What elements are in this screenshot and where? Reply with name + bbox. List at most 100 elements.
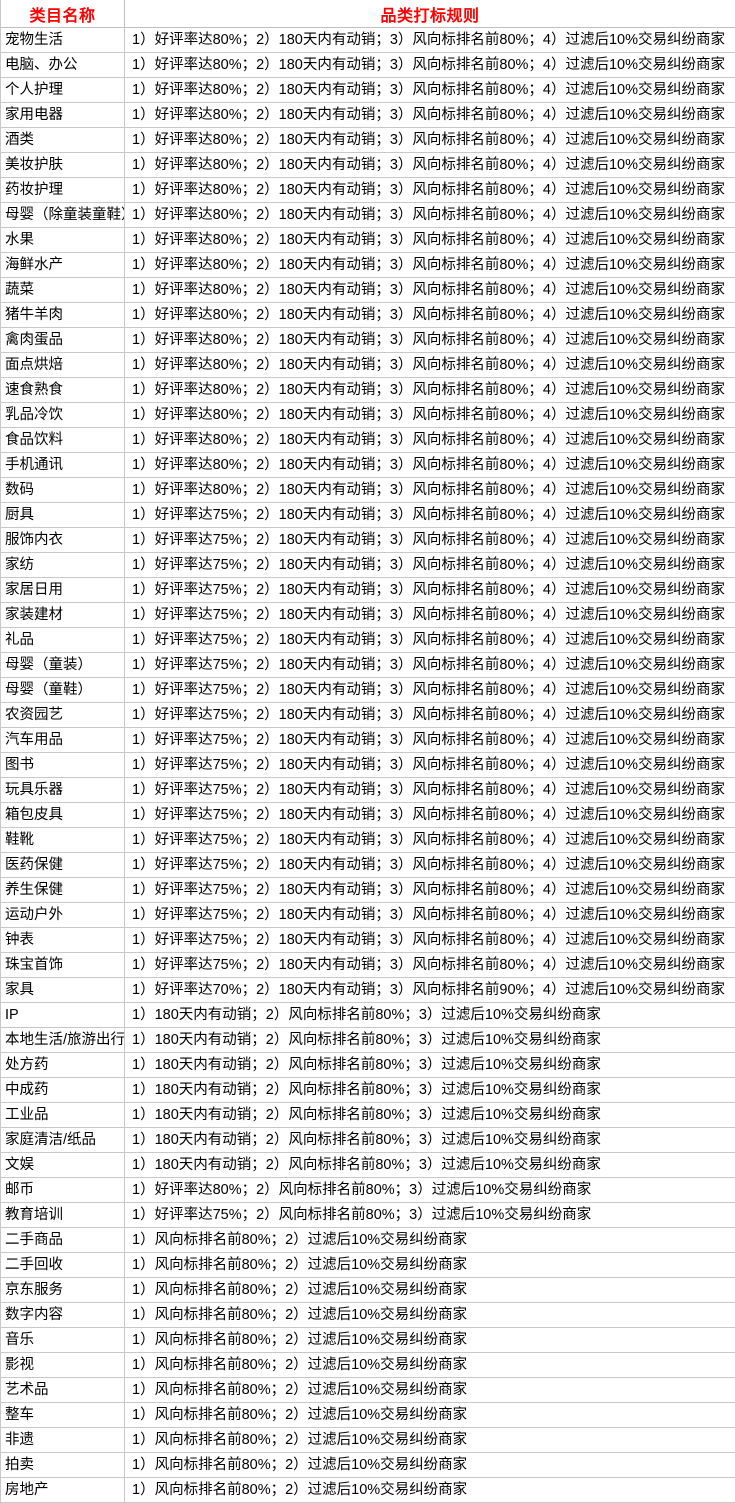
cell-tagging-rule: 1）好评率达80%；2）180天内有动销；3）风向标排名前80%；4）过滤后10… [125, 153, 735, 178]
table-row: 药妆护理1）好评率达80%；2）180天内有动销；3）风向标排名前80%；4）过… [1, 178, 735, 203]
cell-tagging-rule: 1）好评率达80%；2）180天内有动销；3）风向标排名前80%；4）过滤后10… [125, 353, 735, 378]
cell-tagging-rule: 1）180天内有动销；2）风向标排名前80%；3）过滤后10%交易纠纷商家 [125, 1128, 735, 1153]
cell-tagging-rule: 1）好评率达75%；2）180天内有动销；3）风向标排名前80%；4）过滤后10… [125, 578, 735, 603]
cell-category-name: 个人护理 [1, 78, 125, 103]
cell-tagging-rule: 1）风向标排名前80%；2）过滤后10%交易纠纷商家 [125, 1353, 735, 1378]
cell-category-name: 服饰内衣 [1, 528, 125, 553]
table-row: 工业品1）180天内有动销；2）风向标排名前80%；3）过滤后10%交易纠纷商家 [1, 1103, 735, 1128]
cell-category-name: 水果 [1, 228, 125, 253]
table-row: 非遗1）风向标排名前80%；2）过滤后10%交易纠纷商家 [1, 1428, 735, 1453]
cell-tagging-rule: 1）好评率达75%；2）180天内有动销；3）风向标排名前80%；4）过滤后10… [125, 778, 735, 803]
cell-tagging-rule: 1）180天内有动销；2）风向标排名前80%；3）过滤后10%交易纠纷商家 [125, 1028, 735, 1053]
cell-tagging-rule: 1）好评率达75%；2）180天内有动销；3）风向标排名前80%；4）过滤后10… [125, 653, 735, 678]
column-header-tagging-rule: 品类打标规则 [125, 0, 735, 28]
table-row: 宠物生活1）好评率达80%；2）180天内有动销；3）风向标排名前80%；4）过… [1, 28, 735, 53]
table-row: 乳品冷饮1）好评率达80%；2）180天内有动销；3）风向标排名前80%；4）过… [1, 403, 735, 428]
cell-tagging-rule: 1）风向标排名前80%；2）过滤后10%交易纠纷商家 [125, 1378, 735, 1403]
cell-tagging-rule: 1）风向标排名前80%；2）过滤后10%交易纠纷商家 [125, 1228, 735, 1253]
cell-category-name: 宠物生活 [1, 28, 125, 53]
cell-tagging-rule: 1）好评率达75%；2）风向标排名前80%；3）过滤后10%交易纠纷商家 [125, 1203, 735, 1228]
cell-tagging-rule: 1）好评率达80%；2）180天内有动销；3）风向标排名前80%；4）过滤后10… [125, 453, 735, 478]
cell-category-name: 家庭清洁/纸品 [1, 1128, 125, 1153]
cell-tagging-rule: 1）好评率达80%；2）180天内有动销；3）风向标排名前80%；4）过滤后10… [125, 403, 735, 428]
cell-tagging-rule: 1）好评率达80%；2）180天内有动销；3）风向标排名前80%；4）过滤后10… [125, 428, 735, 453]
cell-tagging-rule: 1）风向标排名前80%；2）过滤后10%交易纠纷商家 [125, 1478, 735, 1503]
table-row: 处方药1）180天内有动销；2）风向标排名前80%；3）过滤后10%交易纠纷商家 [1, 1053, 735, 1078]
cell-category-name: 家装建材 [1, 603, 125, 628]
table-row: 养生保健1）好评率达75%；2）180天内有动销；3）风向标排名前80%；4）过… [1, 878, 735, 903]
cell-category-name: 处方药 [1, 1053, 125, 1078]
cell-category-name: 食品饮料 [1, 428, 125, 453]
cell-tagging-rule: 1）风向标排名前80%；2）过滤后10%交易纠纷商家 [125, 1403, 735, 1428]
cell-tagging-rule: 1）好评率达80%；2）180天内有动销；3）风向标排名前80%；4）过滤后10… [125, 378, 735, 403]
cell-category-name: 家用电器 [1, 103, 125, 128]
cell-category-name: 手机通讯 [1, 453, 125, 478]
cell-tagging-rule: 1）180天内有动销；2）风向标排名前80%；3）过滤后10%交易纠纷商家 [125, 1078, 735, 1103]
table-row: 家用电器1）好评率达80%；2）180天内有动销；3）风向标排名前80%；4）过… [1, 103, 735, 128]
table-row: 本地生活/旅游出行1）180天内有动销；2）风向标排名前80%；3）过滤后10%… [1, 1028, 735, 1053]
cell-tagging-rule: 1）好评率达80%；2）180天内有动销；3）风向标排名前80%；4）过滤后10… [125, 103, 735, 128]
cell-tagging-rule: 1）好评率达75%；2）180天内有动销；3）风向标排名前80%；4）过滤后10… [125, 528, 735, 553]
table-row: 手机通讯1）好评率达80%；2）180天内有动销；3）风向标排名前80%；4）过… [1, 453, 735, 478]
table-row: 鞋靴1）好评率达75%；2）180天内有动销；3）风向标排名前80%；4）过滤后… [1, 828, 735, 853]
table-row: 二手商品1）风向标排名前80%；2）过滤后10%交易纠纷商家 [1, 1228, 735, 1253]
cell-tagging-rule: 1）好评率达80%；2）180天内有动销；3）风向标排名前80%；4）过滤后10… [125, 228, 735, 253]
cell-category-name: 海鲜水产 [1, 253, 125, 278]
table-row: 艺术品1）风向标排名前80%；2）过滤后10%交易纠纷商家 [1, 1378, 735, 1403]
cell-tagging-rule: 1）好评率达80%；2）180天内有动销；3）风向标排名前80%；4）过滤后10… [125, 78, 735, 103]
cell-tagging-rule: 1）好评率达80%；2）风向标排名前80%；3）过滤后10%交易纠纷商家 [125, 1178, 735, 1203]
table-row: 礼品1）好评率达75%；2）180天内有动销；3）风向标排名前80%；4）过滤后… [1, 628, 735, 653]
table-row: 面点烘焙1）好评率达80%；2）180天内有动销；3）风向标排名前80%；4）过… [1, 353, 735, 378]
table-row: 汽车用品1）好评率达75%；2）180天内有动销；3）风向标排名前80%；4）过… [1, 728, 735, 753]
table-row: 数字内容1）风向标排名前80%；2）过滤后10%交易纠纷商家 [1, 1303, 735, 1328]
cell-category-name: 文娱 [1, 1153, 125, 1178]
cell-tagging-rule: 1）好评率达75%；2）180天内有动销；3）风向标排名前80%；4）过滤后10… [125, 503, 735, 528]
table-row: 个人护理1）好评率达80%；2）180天内有动销；3）风向标排名前80%；4）过… [1, 78, 735, 103]
cell-category-name: 医药保健 [1, 853, 125, 878]
cell-tagging-rule: 1）180天内有动销；2）风向标排名前80%；3）过滤后10%交易纠纷商家 [125, 1003, 735, 1028]
table-row: 家纺1）好评率达75%；2）180天内有动销；3）风向标排名前80%；4）过滤后… [1, 553, 735, 578]
cell-tagging-rule: 1）风向标排名前80%；2）过滤后10%交易纠纷商家 [125, 1453, 735, 1478]
cell-tagging-rule: 1）好评率达75%；2）180天内有动销；3）风向标排名前80%；4）过滤后10… [125, 803, 735, 828]
table-row: 运动户外1）好评率达75%；2）180天内有动销；3）风向标排名前80%；4）过… [1, 903, 735, 928]
cell-tagging-rule: 1）好评率达80%；2）180天内有动销；3）风向标排名前80%；4）过滤后10… [125, 328, 735, 353]
table-row: 美妆护肤1）好评率达80%；2）180天内有动销；3）风向标排名前80%；4）过… [1, 153, 735, 178]
cell-tagging-rule: 1）风向标排名前80%；2）过滤后10%交易纠纷商家 [125, 1278, 735, 1303]
table-body: 宠物生活1）好评率达80%；2）180天内有动销；3）风向标排名前80%；4）过… [1, 28, 735, 1503]
cell-category-name: 美妆护肤 [1, 153, 125, 178]
cell-tagging-rule: 1）好评率达75%；2）180天内有动销；3）风向标排名前80%；4）过滤后10… [125, 903, 735, 928]
cell-tagging-rule: 1）好评率达75%；2）180天内有动销；3）风向标排名前80%；4）过滤后10… [125, 928, 735, 953]
table-row: 珠宝首饰1）好评率达75%；2）180天内有动销；3）风向标排名前80%；4）过… [1, 953, 735, 978]
cell-tagging-rule: 1）180天内有动销；2）风向标排名前80%；3）过滤后10%交易纠纷商家 [125, 1103, 735, 1128]
table-row: 家具1）好评率达70%；2）180天内有动销；3）风向标排名前90%；4）过滤后… [1, 978, 735, 1003]
table-row: 音乐1）风向标排名前80%；2）过滤后10%交易纠纷商家 [1, 1328, 735, 1353]
cell-tagging-rule: 1）风向标排名前80%；2）过滤后10%交易纠纷商家 [125, 1428, 735, 1453]
table-row: 电脑、办公1）好评率达80%；2）180天内有动销；3）风向标排名前80%；4）… [1, 53, 735, 78]
table-row: 文娱1）180天内有动销；2）风向标排名前80%；3）过滤后10%交易纠纷商家 [1, 1153, 735, 1178]
cell-category-name: 汽车用品 [1, 728, 125, 753]
cell-category-name: 房地产 [1, 1478, 125, 1503]
cell-category-name: 二手商品 [1, 1228, 125, 1253]
cell-category-name: 乳品冷饮 [1, 403, 125, 428]
cell-tagging-rule: 1）好评率达80%；2）180天内有动销；3）风向标排名前80%；4）过滤后10… [125, 128, 735, 153]
cell-category-name: 邮币 [1, 1178, 125, 1203]
cell-category-name: 音乐 [1, 1328, 125, 1353]
cell-tagging-rule: 1）风向标排名前80%；2）过滤后10%交易纠纷商家 [125, 1253, 735, 1278]
cell-tagging-rule: 1）180天内有动销；2）风向标排名前80%；3）过滤后10%交易纠纷商家 [125, 1153, 735, 1178]
cell-category-name: 电脑、办公 [1, 53, 125, 78]
table-row: 房地产1）风向标排名前80%；2）过滤后10%交易纠纷商家 [1, 1478, 735, 1503]
cell-category-name: 猪牛羊肉 [1, 303, 125, 328]
table-row: 农资园艺1）好评率达75%；2）180天内有动销；3）风向标排名前80%；4）过… [1, 703, 735, 728]
column-header-category-name: 类目名称 [1, 0, 125, 28]
table-row: 教育培训1）好评率达75%；2）风向标排名前80%；3）过滤后10%交易纠纷商家 [1, 1203, 735, 1228]
table-row: 医药保健1）好评率达75%；2）180天内有动销；3）风向标排名前80%；4）过… [1, 853, 735, 878]
cell-tagging-rule: 1）好评率达75%；2）180天内有动销；3）风向标排名前80%；4）过滤后10… [125, 753, 735, 778]
table-row: 影视1）风向标排名前80%；2）过滤后10%交易纠纷商家 [1, 1353, 735, 1378]
cell-tagging-rule: 1）好评率达75%；2）180天内有动销；3）风向标排名前80%；4）过滤后10… [125, 878, 735, 903]
table-row: 蔬菜1）好评率达80%；2）180天内有动销；3）风向标排名前80%；4）过滤后… [1, 278, 735, 303]
cell-tagging-rule: 1）好评率达75%；2）180天内有动销；3）风向标排名前80%；4）过滤后10… [125, 678, 735, 703]
table-row: 食品饮料1）好评率达80%；2）180天内有动销；3）风向标排名前80%；4）过… [1, 428, 735, 453]
cell-tagging-rule: 1）好评率达80%；2）180天内有动销；3）风向标排名前80%；4）过滤后10… [125, 178, 735, 203]
table-row: 母婴（童装）1）好评率达75%；2）180天内有动销；3）风向标排名前80%；4… [1, 653, 735, 678]
cell-tagging-rule: 1）好评率达80%；2）180天内有动销；3）风向标排名前80%；4）过滤后10… [125, 303, 735, 328]
